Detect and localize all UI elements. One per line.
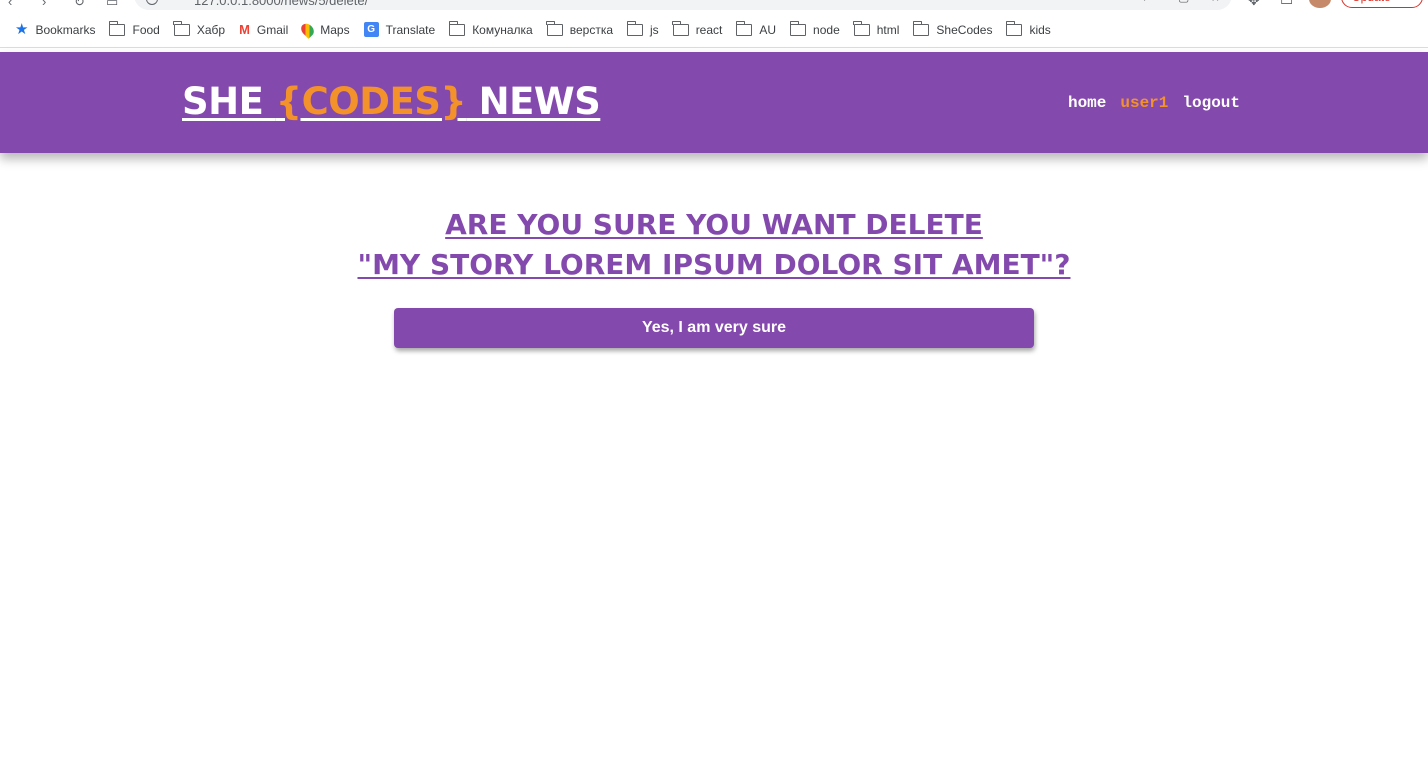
folder-icon <box>448 20 466 36</box>
confirm-delete-button[interactable]: Yes, I am very sure <box>394 308 1034 348</box>
address-bar[interactable]: 127.0.0.1:8000/news/5/delete/ ⌕ ▢ ☆ <box>134 0 1232 10</box>
delete-confirm-title: ARE YOU SURE YOU WANT DELETE "MY STORY L… <box>0 205 1428 285</box>
bookmark-label: AU <box>759 22 777 37</box>
forward-icon[interactable]: › <box>42 0 46 9</box>
bookmark-food[interactable]: Food <box>102 17 166 43</box>
bookmark-au[interactable]: AU <box>729 17 783 43</box>
bookmark-label: js <box>650 22 659 37</box>
bookmark-label: node <box>813 22 840 37</box>
url-text: 127.0.0.1:8000/news/5/delete/ <box>194 0 369 8</box>
gmail-icon: M <box>239 22 250 37</box>
folder-icon <box>109 20 126 36</box>
bookmark-label: Bookmarks <box>35 22 96 37</box>
folder-icon <box>789 20 807 36</box>
folder-icon <box>626 20 644 36</box>
bookmark-translate[interactable]: G Translate <box>357 17 443 43</box>
site-info-icon[interactable] <box>146 0 158 5</box>
bookmark-shecodes[interactable]: SheCodes <box>906 17 999 43</box>
bookmarks-bar: ★ Bookmarks Food Хабр M Gmail Maps G Tra… <box>0 12 1428 48</box>
extension-icon[interactable]: ▭ <box>106 0 118 10</box>
bookmark-label: Gmail <box>256 22 289 37</box>
bookmark-html[interactable]: html <box>847 17 907 43</box>
folder-icon <box>173 20 190 36</box>
bookmark-kids[interactable]: kids <box>999 17 1057 43</box>
bookmark-komunalka[interactable]: Комуналка <box>442 17 540 43</box>
bookmark-label: Maps <box>320 22 350 37</box>
logo-she: SHE <box>182 80 276 123</box>
bookmark-label: kids <box>1029 22 1051 37</box>
logo-codes: {CODES} <box>275 80 467 123</box>
back-icon[interactable]: ‹ <box>8 0 12 9</box>
bookmark-habr[interactable]: Хабр <box>167 17 232 43</box>
logo-news: NEWS <box>466 80 601 123</box>
search-icon[interactable]: ⌕ <box>1144 0 1156 4</box>
bookmark-react[interactable]: react <box>666 17 730 43</box>
confirm-title-line1: ARE YOU SURE YOU WANT DELETE <box>445 208 983 241</box>
site-header: SHE {CODES} NEWS home user1 logout <box>0 52 1428 153</box>
reload-icon[interactable]: ↻ <box>74 0 85 10</box>
nav-user-link[interactable]: user1 <box>1120 94 1168 112</box>
bookmark-node[interactable]: node <box>783 17 847 43</box>
bookmark-label: Комуналка <box>472 22 533 37</box>
bookmark-label: react <box>695 22 723 37</box>
nav-logout-link[interactable]: logout <box>1182 94 1240 112</box>
bookmark-label: Food <box>132 22 160 37</box>
folder-icon <box>735 20 753 36</box>
confirm-title-line2: "MY STORY LOREM IPSUM DOLOR SIT AMET"? <box>357 248 1071 281</box>
bookmark-maps[interactable]: Maps <box>295 17 356 43</box>
translate-icon: G <box>363 22 379 37</box>
bookmark-label: SheCodes <box>936 22 993 37</box>
bookmark-bookmarks[interactable]: ★ Bookmarks <box>8 17 102 43</box>
star-icon: ★ <box>15 21 29 38</box>
folder-icon <box>1006 20 1023 36</box>
update-button[interactable]: Update <box>1341 0 1423 8</box>
main-nav: home user1 logout <box>1068 94 1240 112</box>
bookmark-label: Translate <box>385 22 436 37</box>
bookmark-gmail[interactable]: M Gmail <box>232 17 295 43</box>
profile-avatar[interactable] <box>1309 0 1331 8</box>
install-icon[interactable]: ▢ <box>1178 0 1190 4</box>
maps-icon <box>298 20 317 39</box>
folder-icon <box>672 20 689 36</box>
bookmark-verstka[interactable]: верстка <box>540 17 620 43</box>
bookmark-star-icon[interactable]: ☆ <box>1210 0 1222 4</box>
bookmark-label: Хабр <box>196 22 226 37</box>
browser-toolbar: ‹ › ↻ ▭ 127.0.0.1:8000/news/5/delete/ ⌕ … <box>0 0 1428 12</box>
extensions-icon[interactable]: ✥ <box>1248 0 1260 9</box>
folder-icon <box>913 20 930 36</box>
bookmark-label: верстка <box>569 22 614 37</box>
tab-search-icon[interactable]: ▭ <box>1280 0 1293 9</box>
bookmark-js[interactable]: js <box>620 17 666 43</box>
bookmark-label: html <box>876 22 900 37</box>
folder-icon <box>853 20 870 36</box>
site-logo[interactable]: SHE {CODES} NEWS <box>182 80 601 123</box>
nav-home-link[interactable]: home <box>1068 94 1106 112</box>
folder-icon <box>546 20 563 36</box>
